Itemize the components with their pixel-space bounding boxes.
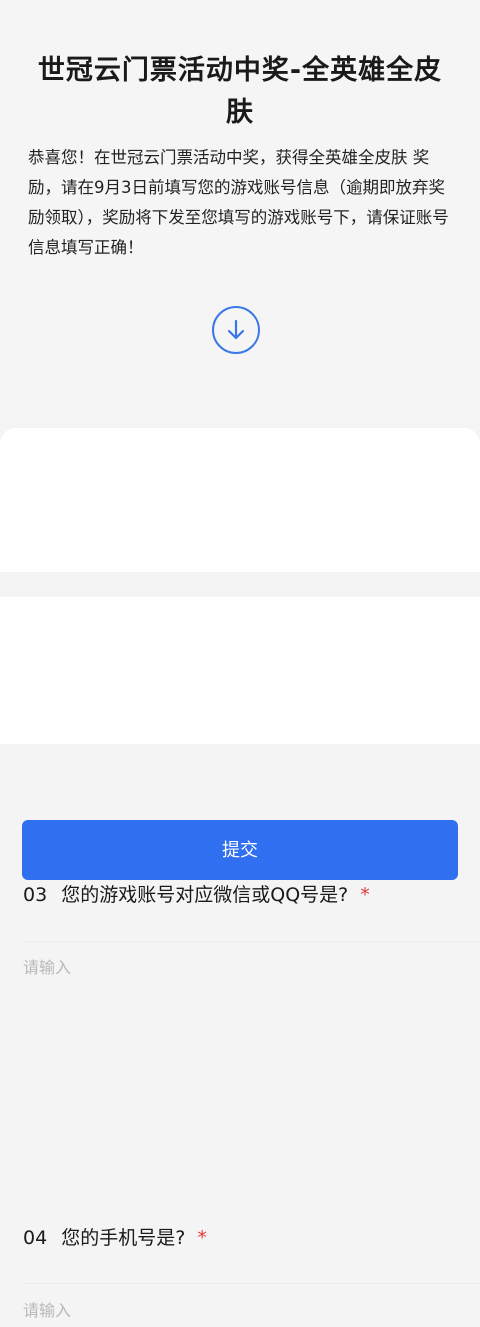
question-03-text: 您的游戏账号对应微信或QQ号是? xyxy=(61,884,349,906)
phone-input[interactable] xyxy=(23,1293,453,1327)
question-03-number: 03 xyxy=(23,884,48,906)
divider xyxy=(23,941,480,942)
question-03: 03 您的游戏账号对应微信或QQ号是? * xyxy=(0,428,480,984)
question-04-number: 04 xyxy=(23,1227,48,1249)
form-header: 世冠云门票活动中奖-全英雄全皮肤 恭喜您！在世冠云门票活动中奖，获得全英雄全皮肤… xyxy=(0,0,480,420)
question-03-label: 03 您的游戏账号对应微信或QQ号是? * xyxy=(23,880,370,910)
scroll-down-button[interactable] xyxy=(212,306,260,354)
question-04: 04 您的手机号是? * xyxy=(0,597,480,1327)
form-title: 世冠云门票活动中奖-全英雄全皮肤 xyxy=(37,55,443,128)
required-mark: * xyxy=(197,1227,207,1249)
submit-button[interactable]: 提交 xyxy=(22,820,458,880)
form-description: 恭喜您！在世冠云门票活动中奖，获得全英雄全皮肤 奖励，请在9月3日前填写您的游戏… xyxy=(28,148,449,257)
question-04-label: 04 您的手机号是? * xyxy=(23,1223,207,1253)
required-mark: * xyxy=(360,884,370,906)
arrow-down-circle-icon xyxy=(227,319,245,340)
wechat-qq-input[interactable] xyxy=(23,950,453,984)
divider xyxy=(23,1283,480,1284)
question-04-text: 您的手机号是? xyxy=(61,1227,186,1249)
